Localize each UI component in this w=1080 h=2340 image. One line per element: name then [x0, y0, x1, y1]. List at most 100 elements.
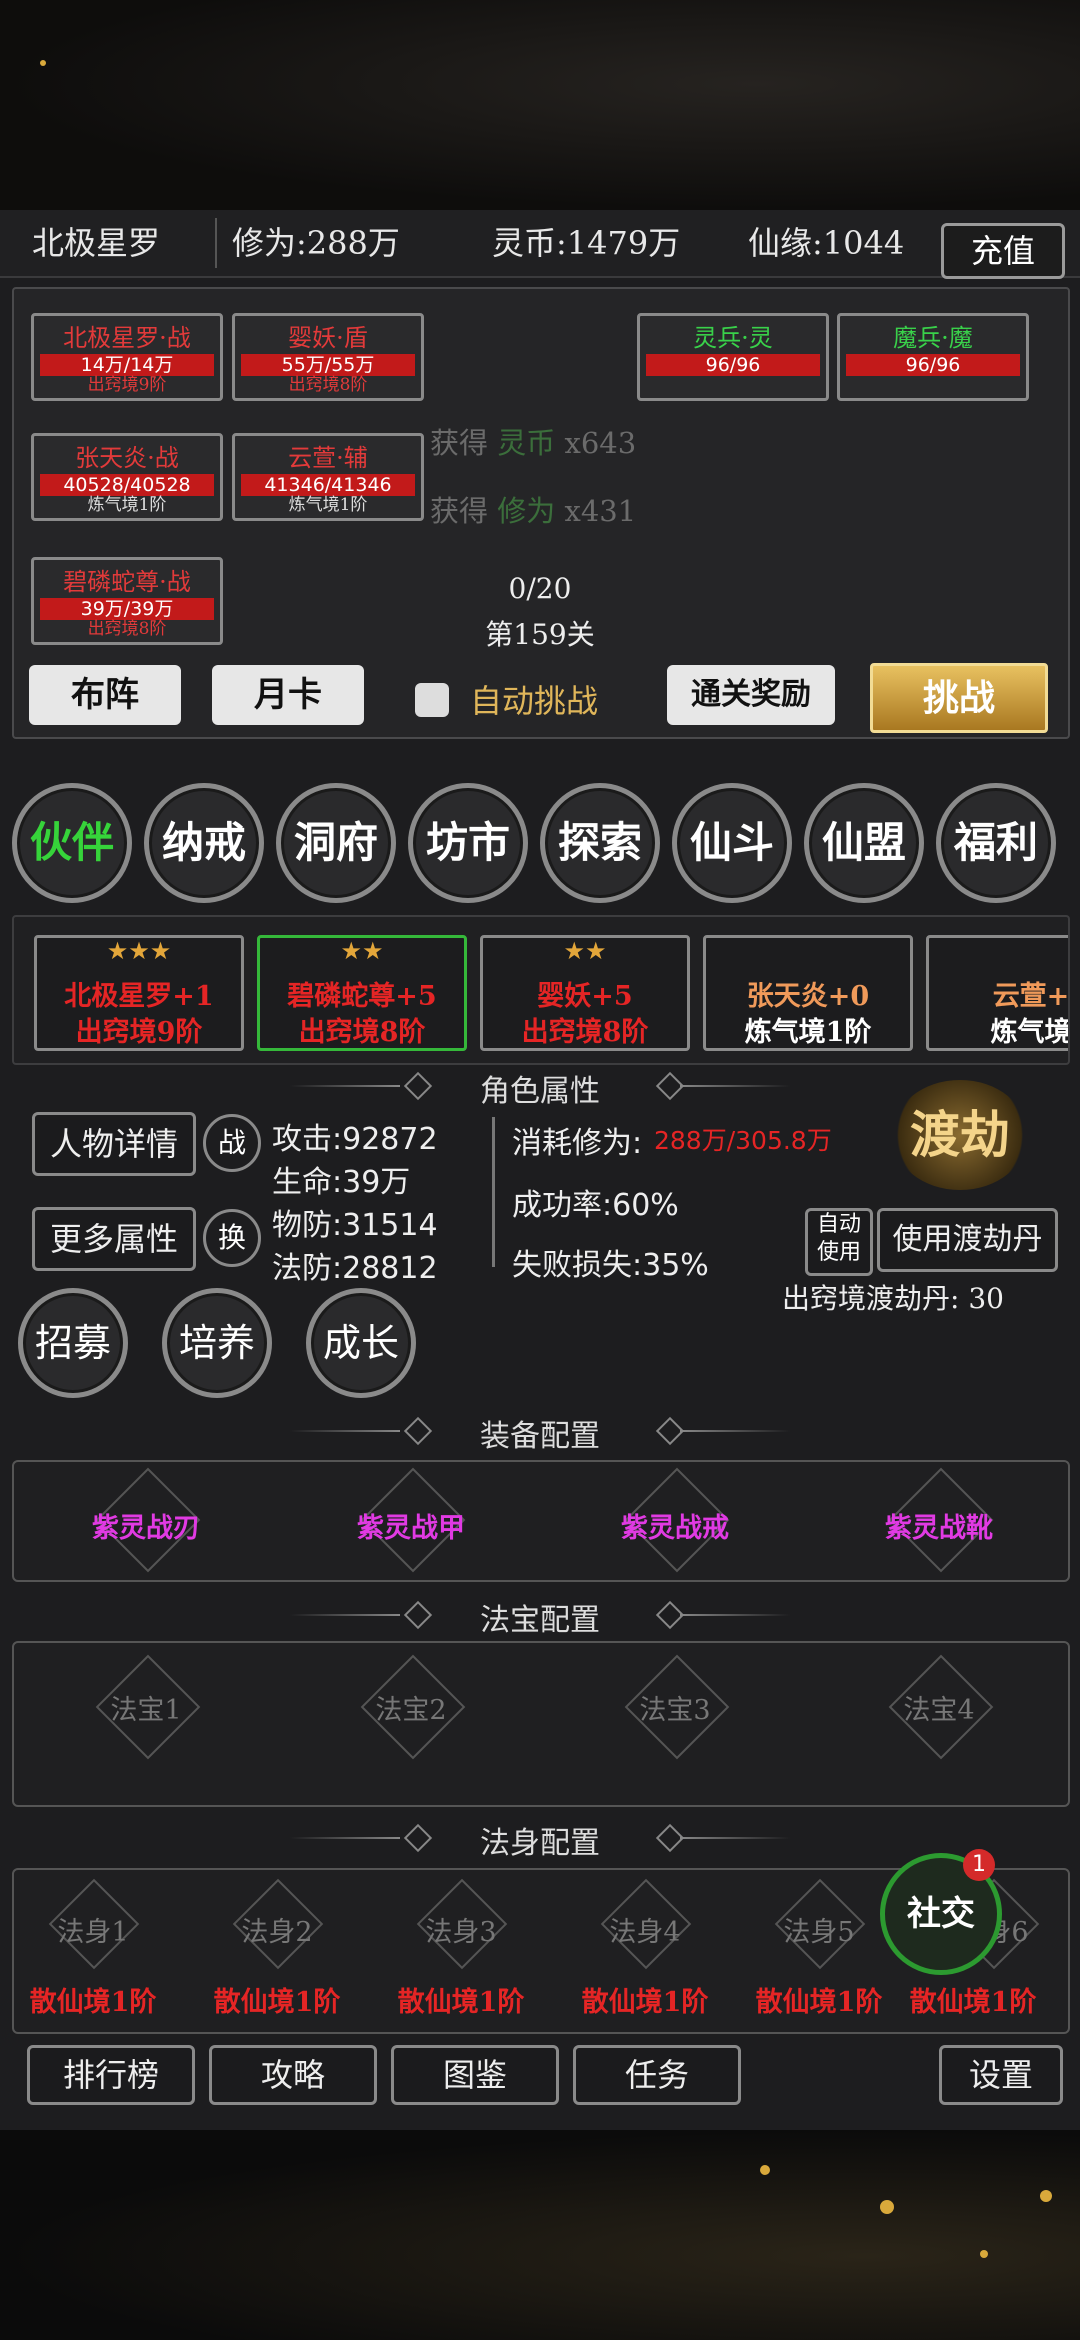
equip-boots-slot[interactable]: 紫灵战靴: [839, 1506, 1039, 1545]
menu-welfare[interactable]: 福利: [936, 783, 1056, 903]
ally-card[interactable]: 北极星罗·战 14万/14万 出窍境9阶: [31, 313, 223, 401]
treasure-slot[interactable]: 法宝1: [46, 1688, 246, 1727]
auto-use-text: 自动: [816, 1212, 861, 1237]
title-ornament: [680, 1837, 790, 1839]
ally-hp: 14万/14万: [40, 354, 214, 376]
equip-armor-slot[interactable]: 紫灵战甲: [311, 1506, 511, 1545]
menu-partner[interactable]: 伙伴: [12, 783, 132, 903]
loot-count: x431: [564, 494, 637, 528]
roster-card[interactable]: ★★ 婴妖+5 出窍境8阶: [480, 935, 690, 1051]
treasure-slot[interactable]: 法宝4: [839, 1688, 1039, 1727]
character-detail-button[interactable]: 人物详情: [32, 1112, 196, 1176]
gold-fleck: [980, 2250, 988, 2258]
star-rating: ★★: [340, 937, 384, 965]
menu-explore[interactable]: 探索: [540, 783, 660, 903]
enemy-hp: 96/96: [646, 354, 820, 376]
treasure-slot[interactable]: 法宝2: [311, 1688, 511, 1727]
resource-header: 北极星罗 修为:288万 灵币:1479万 仙缘:1044: [0, 210, 1080, 278]
recruit-button[interactable]: 招募: [18, 1288, 128, 1398]
bottom-background: [0, 2130, 1080, 2340]
success-rate: 成功率:60%: [512, 1188, 679, 1223]
train-button[interactable]: 培养: [162, 1288, 272, 1398]
roster-card-selected[interactable]: ★★ 碧磷蛇尊+5 出窍境8阶: [257, 935, 467, 1051]
notification-badge: 1: [963, 1849, 995, 1881]
auto-use-toggle[interactable]: 自动 使用: [805, 1208, 873, 1276]
body-realm: 散仙境1阶: [213, 1987, 341, 2018]
clear-reward-button[interactable]: 通关奖励: [667, 665, 835, 725]
loot-count: x643: [564, 426, 637, 460]
gold-fleck: [1040, 2190, 1052, 2202]
body-realm: 散仙境1阶: [909, 1987, 1037, 2018]
more-attributes-button[interactable]: 更多属性: [32, 1207, 196, 1271]
guide-button[interactable]: 攻略: [209, 2045, 377, 2105]
auto-challenge-checkbox[interactable]: [415, 683, 449, 717]
ally-card[interactable]: 云萱·辅 41346/41346 炼气境1阶: [232, 433, 424, 521]
recharge-button[interactable]: 充值: [941, 223, 1065, 279]
roster-name: 碧磷蛇尊+5: [287, 981, 437, 1012]
roster-realm: 出窍境8阶: [521, 1017, 649, 1048]
menu-ring[interactable]: 纳戒: [144, 783, 264, 903]
divider: [492, 1117, 495, 1267]
ally-card[interactable]: 碧磷蛇尊·战 39万/39万 出窍境8阶: [31, 557, 223, 645]
battle-toggle-button[interactable]: 战: [203, 1114, 261, 1172]
treasure-slot[interactable]: 法宝3: [575, 1688, 775, 1727]
enemy-card[interactable]: 灵兵·灵 96/96: [637, 313, 829, 401]
formation-button[interactable]: 布阵: [29, 665, 181, 725]
ally-hp: 55万/55万: [241, 354, 415, 376]
menu-alliance[interactable]: 仙盟: [804, 783, 924, 903]
roster-realm: 出窍境8阶: [298, 1017, 426, 1048]
menu-arena[interactable]: 仙斗: [672, 783, 792, 903]
cost-value: 288万/305.8万: [654, 1126, 832, 1155]
roster-card[interactable]: 云萱+ 炼气境: [926, 935, 1070, 1051]
roster-card[interactable]: 张天炎+0 炼气境1阶: [703, 935, 913, 1051]
pill-count: 出窍境渡劫丹: 30: [782, 1282, 1004, 1315]
atlas-button[interactable]: 图鉴: [391, 2045, 559, 2105]
ally-hp: 39万/39万: [40, 598, 214, 620]
cost-label: 消耗修为:: [512, 1126, 643, 1161]
settings-button[interactable]: 设置: [939, 2045, 1063, 2105]
ally-hp: 40528/40528: [40, 474, 214, 496]
body-slot[interactable]: 法身4: [545, 1910, 745, 1949]
title-ornament: [680, 1430, 790, 1432]
wave-progress: 0/20: [508, 572, 572, 605]
roster-realm: 炼气境: [990, 1017, 1070, 1048]
ally-realm: 出窍境9阶: [87, 375, 167, 395]
menu-cave[interactable]: 洞府: [276, 783, 396, 903]
ranking-button[interactable]: 排行榜: [27, 2045, 195, 2105]
title-ornament: [680, 1085, 790, 1087]
body-slot[interactable]: 法身3: [361, 1910, 561, 1949]
star-rating: ★★: [563, 937, 607, 965]
fail-loss: 失败损失:35%: [512, 1248, 709, 1283]
life-stat: 生命:39万: [272, 1165, 411, 1200]
loot-prefix: 获得: [430, 426, 489, 460]
ally-realm: 炼气境1阶: [288, 495, 368, 515]
challenge-button[interactable]: 挑战: [870, 663, 1048, 733]
ally-name: 张天炎·战: [75, 444, 179, 472]
roster-card[interactable]: ★★★ 北极星罗+1 出窍境9阶: [34, 935, 244, 1051]
ally-name: 婴妖·盾: [288, 324, 368, 352]
gold-fleck: [760, 2165, 770, 2175]
ally-name: 北极星罗·战: [63, 324, 191, 352]
body-slot[interactable]: 法身1: [0, 1910, 193, 1949]
roster-name: 张天炎+0: [746, 981, 870, 1012]
equip-weapon-slot[interactable]: 紫灵战刃: [46, 1506, 246, 1545]
gold-fleck: [40, 60, 46, 66]
loot-item: 灵币: [497, 426, 556, 460]
tribulation-button[interactable]: 渡劫: [892, 1080, 1028, 1190]
roster-realm: 炼气境1阶: [744, 1017, 872, 1048]
enemy-name: 灵兵·灵: [693, 324, 773, 352]
roster-name: 婴妖+5: [537, 981, 633, 1012]
divider: [215, 218, 217, 268]
monthly-card-button[interactable]: 月卡: [212, 665, 364, 725]
task-button[interactable]: 任务: [573, 2045, 741, 2105]
equip-ring-slot[interactable]: 紫灵战戒: [575, 1506, 775, 1545]
menu-market[interactable]: 坊市: [408, 783, 528, 903]
use-pill-button[interactable]: 使用渡劫丹: [877, 1208, 1058, 1272]
body-slot[interactable]: 法身2: [177, 1910, 377, 1949]
swap-button[interactable]: 换: [203, 1209, 261, 1267]
ally-card[interactable]: 张天炎·战 40528/40528 炼气境1阶: [31, 433, 223, 521]
ally-card[interactable]: 婴妖·盾 55万/55万 出窍境8阶: [232, 313, 424, 401]
enemy-card[interactable]: 魔兵·魔 96/96: [837, 313, 1029, 401]
grow-button[interactable]: 成长: [306, 1288, 416, 1398]
enemy-hp: 96/96: [846, 354, 1020, 376]
